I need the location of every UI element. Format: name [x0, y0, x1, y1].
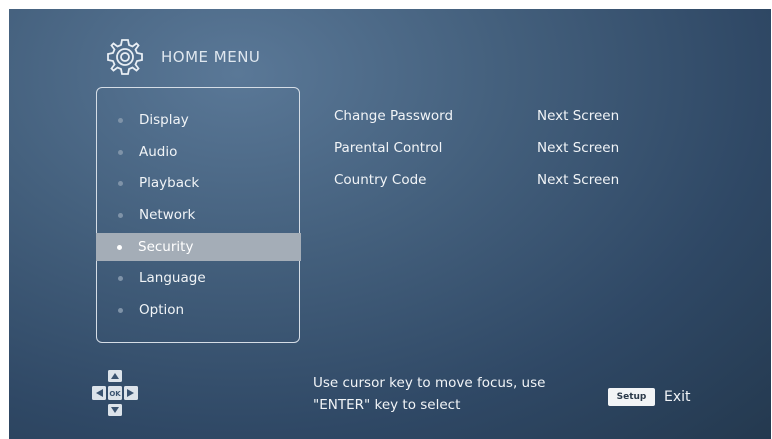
menu-item-language[interactable]: Language: [97, 264, 301, 292]
option-change-password[interactable]: Change Password Next Screen: [334, 108, 654, 130]
settings-menu: Display Audio Playback Network Security …: [96, 87, 301, 343]
menu-item-label: Option: [139, 302, 185, 318]
menu-item-option[interactable]: Option: [97, 296, 301, 324]
menu-item-label: Network: [139, 207, 196, 223]
option-name: Change Password: [334, 108, 454, 124]
bullet-icon: [118, 275, 123, 281]
menu-item-playback[interactable]: Playback: [97, 169, 301, 197]
menu-item-audio[interactable]: Audio: [97, 138, 301, 166]
menu-item-label: Display: [139, 112, 189, 128]
menu-item-label: Audio: [139, 144, 178, 160]
menu-item-display[interactable]: Display: [97, 106, 301, 134]
dpad-icon: OK: [92, 370, 138, 416]
option-value: Next Screen: [537, 108, 620, 124]
menu-item-label: Security: [138, 239, 194, 255]
setup-key-icon: Setup: [608, 388, 655, 406]
bullet-icon: [118, 212, 123, 218]
bullet-icon: [118, 307, 123, 313]
tv-screen: HOME MENU Display Audio Playback Network…: [9, 9, 771, 439]
option-name: Country Code: [334, 172, 427, 188]
option-name: Parental Control: [334, 140, 443, 156]
gear-icon: [107, 39, 143, 75]
bullet-icon: [118, 180, 123, 186]
bullet-icon: [118, 149, 123, 155]
menu-item-label: Playback: [139, 175, 200, 191]
exit-label: Exit: [664, 389, 691, 405]
option-value: Next Screen: [537, 140, 620, 156]
menu-item-security[interactable]: Security: [96, 233, 301, 261]
menu-item-label: Language: [139, 270, 206, 286]
menu-item-network[interactable]: Network: [97, 201, 301, 229]
menu-header: HOME MENU: [105, 37, 260, 77]
page-title: HOME MENU: [161, 48, 261, 66]
option-parental-control[interactable]: Parental Control Next Screen: [334, 140, 654, 162]
help-text: Use cursor key to move focus, use "ENTER…: [313, 375, 546, 413]
bullet-icon: [118, 117, 123, 123]
bullet-icon: [117, 244, 122, 250]
dpad-ok-label: OK: [109, 390, 121, 398]
option-value: Next Screen: [537, 172, 620, 188]
option-country-code[interactable]: Country Code Next Screen: [334, 172, 654, 194]
